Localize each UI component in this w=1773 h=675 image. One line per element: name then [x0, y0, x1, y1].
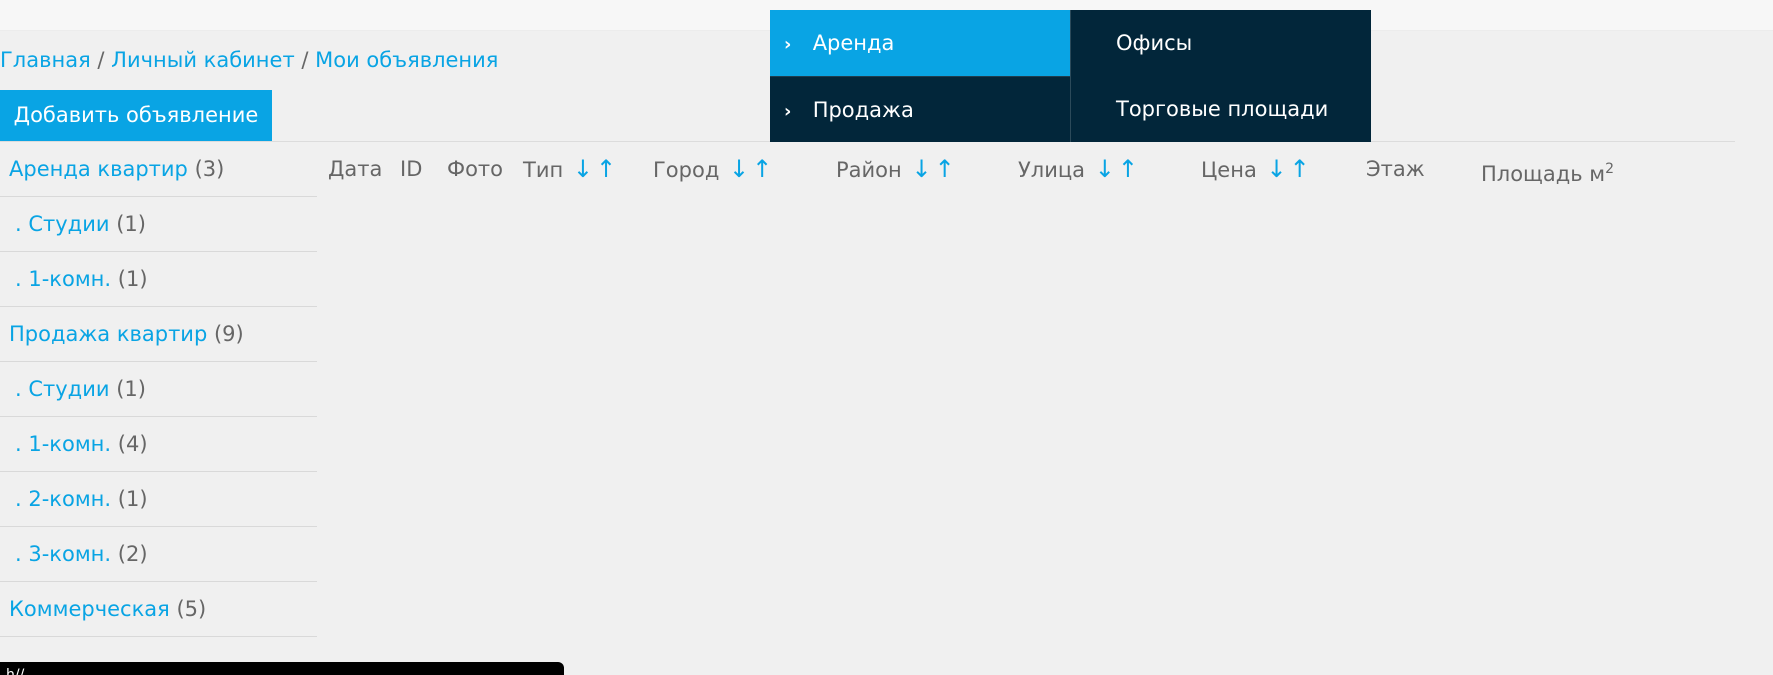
column-label: Цена — [1201, 158, 1257, 182]
sidebar-item-label[interactable]: . 1-комн. — [15, 432, 111, 456]
menu-item-rent[interactable]: › Аренда — [770, 10, 1070, 76]
sidebar-item-count: (9) — [213, 322, 244, 346]
menu-item-label: Аренда — [812, 31, 895, 55]
sort-ascending-icon[interactable]: ↑ — [1118, 155, 1138, 183]
sidebar-item-count: (1) — [117, 267, 148, 291]
sort-descending-icon[interactable]: ↓ — [1095, 155, 1115, 183]
column-floor: Этаж — [1366, 154, 1425, 184]
sidebar-item-count: (4) — [117, 432, 148, 456]
add-listing-button[interactable]: Добавить объявление — [0, 90, 272, 141]
sidebar-item-count: (1) — [116, 377, 146, 401]
sort-ascending-icon[interactable]: ↑ — [935, 155, 955, 183]
sidebar-item-sale-studios: . Студии (1) — [0, 362, 317, 417]
column-id: ID — [400, 154, 422, 184]
breadcrumb-separator: / — [301, 48, 309, 72]
menu-divider — [1070, 10, 1071, 142]
link-status-bar: h// — [0, 662, 564, 675]
sidebar-item-label[interactable]: Продажа квартир — [9, 322, 207, 346]
column-street: Улица ↓ ↑ — [1018, 154, 1138, 185]
column-city: Город ↓ ↑ — [653, 154, 772, 185]
column-unit-superscript: 2 — [1605, 161, 1615, 177]
column-area: Площадь м2 — [1481, 154, 1614, 189]
sidebar-item-count: (2) — [117, 542, 148, 566]
column-label: Фото — [447, 157, 504, 181]
column-label: Дата — [328, 157, 383, 181]
column-district: Район ↓ ↑ — [836, 154, 955, 185]
column-label: ID — [400, 157, 423, 181]
sidebar-item-label[interactable]: . 3-комн. — [15, 542, 111, 566]
sidebar-item-count: (1) — [117, 487, 148, 511]
menu-item-label: Продажа — [812, 98, 914, 122]
chevron-right-icon: › — [784, 34, 792, 55]
sort-descending-icon[interactable]: ↓ — [1267, 155, 1287, 183]
column-label: Район — [836, 158, 902, 182]
column-label: Площадь м — [1481, 162, 1606, 186]
breadcrumb: Главная / Личный кабинет / Мои объявлени… — [0, 47, 498, 73]
breadcrumb-account[interactable]: Личный кабинет — [111, 48, 295, 72]
sidebar-item-label[interactable]: . 2-комн. — [15, 487, 111, 511]
breadcrumb-my-listings[interactable]: Мои объявления — [315, 48, 498, 72]
sidebar-item-commercial: Коммерческая (5) — [0, 582, 317, 637]
dropdown-menu: › Аренда › Продажа Офисы Торговые площад… — [770, 10, 1371, 142]
sort-descending-icon[interactable]: ↓ — [729, 155, 749, 183]
sidebar-item-sale-3-room: . 3-комн. (2) — [0, 527, 317, 582]
column-date: Дата — [328, 154, 382, 184]
column-photo: Фото — [447, 154, 503, 184]
status-url: h// — [6, 667, 25, 675]
submenu-item-offices[interactable]: Офисы — [1116, 10, 1192, 76]
sidebar-item-count: (5) — [176, 597, 207, 621]
category-sidebar: Аренда квартир (3) . Студии (1) . 1-комн… — [0, 142, 317, 637]
sort-ascending-icon[interactable]: ↑ — [596, 155, 616, 183]
sidebar-item-rent-studios: . Студии (1) — [0, 197, 317, 252]
breadcrumb-separator: / — [97, 48, 105, 72]
sidebar-item-count: (1) — [116, 212, 146, 236]
sidebar-item-label[interactable]: . 1-комн. — [15, 267, 111, 291]
breadcrumb-home[interactable]: Главная — [0, 48, 91, 72]
sort-ascending-icon[interactable]: ↑ — [752, 155, 772, 183]
column-label: Город — [653, 158, 720, 182]
sidebar-item-label[interactable]: Коммерческая — [9, 597, 170, 621]
sidebar-item-label[interactable]: . Студии — [15, 377, 110, 401]
sort-descending-icon[interactable]: ↓ — [911, 155, 931, 183]
submenu-item-retail-space[interactable]: Торговые площади — [1116, 76, 1328, 142]
chevron-right-icon: › — [784, 101, 792, 122]
sidebar-item-rent-1-room: . 1-комн. (1) — [0, 252, 317, 307]
sidebar-item-sale-2-room: . 2-комн. (1) — [0, 472, 317, 527]
sort-ascending-icon[interactable]: ↑ — [1290, 155, 1310, 183]
column-label: Этаж — [1366, 157, 1425, 181]
column-label: Тип — [523, 158, 564, 182]
sidebar-item-label[interactable]: . Студии — [15, 212, 110, 236]
column-type: Тип ↓ ↑ — [523, 154, 616, 185]
column-price: Цена ↓ ↑ — [1201, 154, 1310, 185]
sort-descending-icon[interactable]: ↓ — [573, 155, 593, 183]
sidebar-item-sale-1-room: . 1-комн. (4) — [0, 417, 317, 472]
column-label: Улица — [1018, 158, 1086, 182]
listings-table-header: Дата ID Фото Тип ↓ ↑ Город ↓ ↑ Район ↓ ↑ Ул… — [0, 154, 1773, 186]
sidebar-item-sale-apartments: Продажа квартир (9) — [0, 307, 317, 362]
menu-item-sale[interactable]: › Продажа — [770, 76, 1070, 142]
